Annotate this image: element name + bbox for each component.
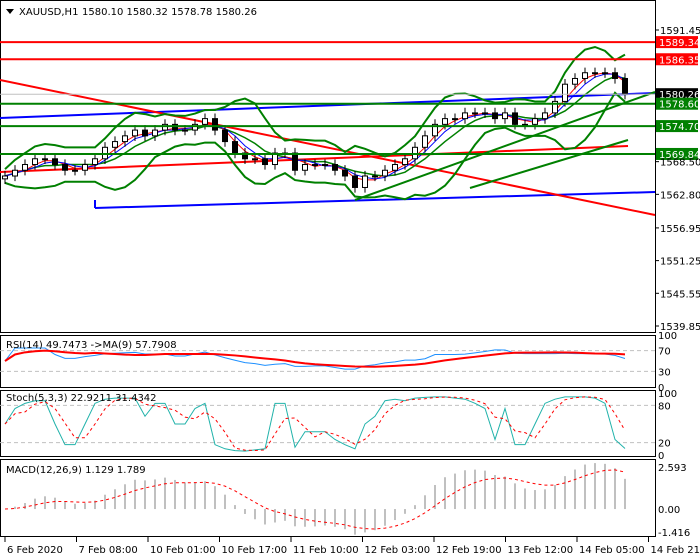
candle-body	[322, 164, 328, 167]
collapse-triangle-icon[interactable]	[6, 9, 14, 14]
candle-body	[72, 169, 78, 172]
level-label: 1589.34	[659, 38, 700, 49]
candle-body	[372, 175, 378, 178]
candle-body	[582, 72, 588, 79]
candle-body	[532, 118, 538, 125]
rsi-tick-label: 70	[658, 347, 671, 358]
level-label: 1586.35	[659, 55, 700, 66]
candle-body	[2, 175, 8, 180]
y-tick-label: 1556.95	[660, 224, 700, 235]
candle-body	[452, 118, 458, 121]
candle-body	[132, 129, 138, 137]
candle-body	[492, 112, 498, 120]
rsi-ma-line	[4, 349, 626, 368]
candle-body	[32, 158, 38, 166]
candle-body	[482, 112, 488, 115]
candle-body	[202, 118, 208, 125]
candle-body	[562, 83, 568, 102]
candle-body	[112, 141, 118, 148]
bollinger-lower	[4, 91, 626, 201]
y-tick-label: 1562.80	[660, 190, 700, 201]
candle-body	[402, 158, 408, 166]
candle-body	[362, 175, 368, 188]
candle-body	[232, 141, 238, 154]
candle-body	[302, 164, 308, 171]
candle-body	[382, 169, 388, 177]
stoch-tick-label: 20	[658, 439, 671, 450]
candle-body	[422, 135, 428, 148]
candle-body	[52, 158, 58, 166]
candle-body	[612, 72, 618, 79]
candle-body	[252, 158, 258, 161]
candle-body	[542, 112, 548, 120]
x-tick-label: 12 Feb 19:00	[436, 545, 502, 556]
chart-window: 1589.34 1586.35 1580.26 1578.60 1574.70 1569.…	[0, 0, 700, 560]
candle-body	[92, 158, 98, 166]
x-tick-label: 7 Feb 08:00	[79, 545, 138, 556]
candle-body	[352, 175, 358, 188]
candle-body	[62, 164, 68, 171]
y-tick-label: 1591.45	[660, 26, 700, 37]
chart-canvas[interactable]: 1589.341586.351580.261578.601574.701569.…	[0, 0, 700, 560]
candle-body	[222, 129, 228, 143]
y-tick-label: 1551.25	[660, 257, 700, 268]
candle-body	[592, 72, 598, 75]
rsi-label: RSI(14) 49.7473 ->MA(9) 57.7908	[6, 340, 177, 351]
candle-body	[462, 112, 468, 120]
x-tick-label: 14 Feb 21:00	[651, 545, 700, 556]
trend-line-blue	[94, 191, 656, 209]
candle-body	[42, 158, 48, 161]
level-label: 1574.70	[659, 122, 700, 133]
x-tick-label: 10 Feb 17:00	[222, 545, 288, 556]
candle-body	[622, 77, 628, 95]
x-tick-label: 10 Feb 01:00	[150, 545, 216, 556]
candle-body	[312, 164, 318, 167]
candle-body	[142, 129, 148, 137]
trend-line-red	[0, 79, 656, 216]
rsi-tick-label: 100	[658, 331, 677, 342]
macd-label: MACD(12,26,9) 1.129 1.789	[6, 465, 146, 476]
candle-body	[152, 129, 158, 137]
candle-body	[262, 158, 268, 166]
candle-body	[342, 169, 348, 177]
y-tick-label: 1568.50	[660, 158, 700, 169]
macd-tick-label: -1.416	[658, 528, 690, 539]
stoch-label: Stoch(5,3,3) 22.9211 31.4342	[6, 393, 157, 404]
main-panel-border	[0, 0, 656, 333]
y-tick-label: 1545.55	[660, 289, 700, 300]
macd-tick-label: 0.00	[658, 505, 680, 516]
trend-line-green	[469, 139, 629, 189]
candle-body	[212, 118, 218, 131]
candle-body	[512, 112, 518, 125]
candle-body	[12, 169, 18, 177]
stoch-tick-label: 0	[658, 451, 664, 462]
stoch-tick-label: 80	[658, 401, 671, 412]
candle-body	[442, 118, 448, 125]
candle-body	[122, 135, 128, 143]
candle-body	[602, 72, 608, 75]
macd-tick-label: 2.593	[658, 463, 687, 474]
x-tick-label: 11 Feb 10:00	[293, 545, 359, 556]
ohlc-values: 1580.10 1580.32 1578.78 1580.26	[82, 7, 257, 18]
candle-body	[392, 164, 398, 171]
candle-body	[182, 129, 188, 132]
rsi-tick-label: 30	[658, 367, 671, 378]
candle-body	[292, 152, 298, 171]
candle-body	[472, 112, 478, 115]
candle-body	[82, 164, 88, 171]
rsi-line	[4, 347, 626, 370]
x-tick-label: 13 Feb 12:00	[508, 545, 574, 556]
candle-body	[502, 112, 508, 120]
candle-body	[332, 164, 338, 171]
candle-body	[22, 164, 28, 171]
stoch-tick-label: 100	[658, 389, 677, 400]
x-tick-label: 6 Feb 2020	[7, 545, 63, 556]
chart-title: XAUUSD,H1	[19, 7, 78, 18]
x-tick-label: 14 Feb 05:00	[579, 545, 645, 556]
x-tick-label: 12 Feb 03:00	[365, 545, 431, 556]
candle-body	[572, 77, 578, 85]
level-label: 1578.60	[659, 100, 700, 111]
